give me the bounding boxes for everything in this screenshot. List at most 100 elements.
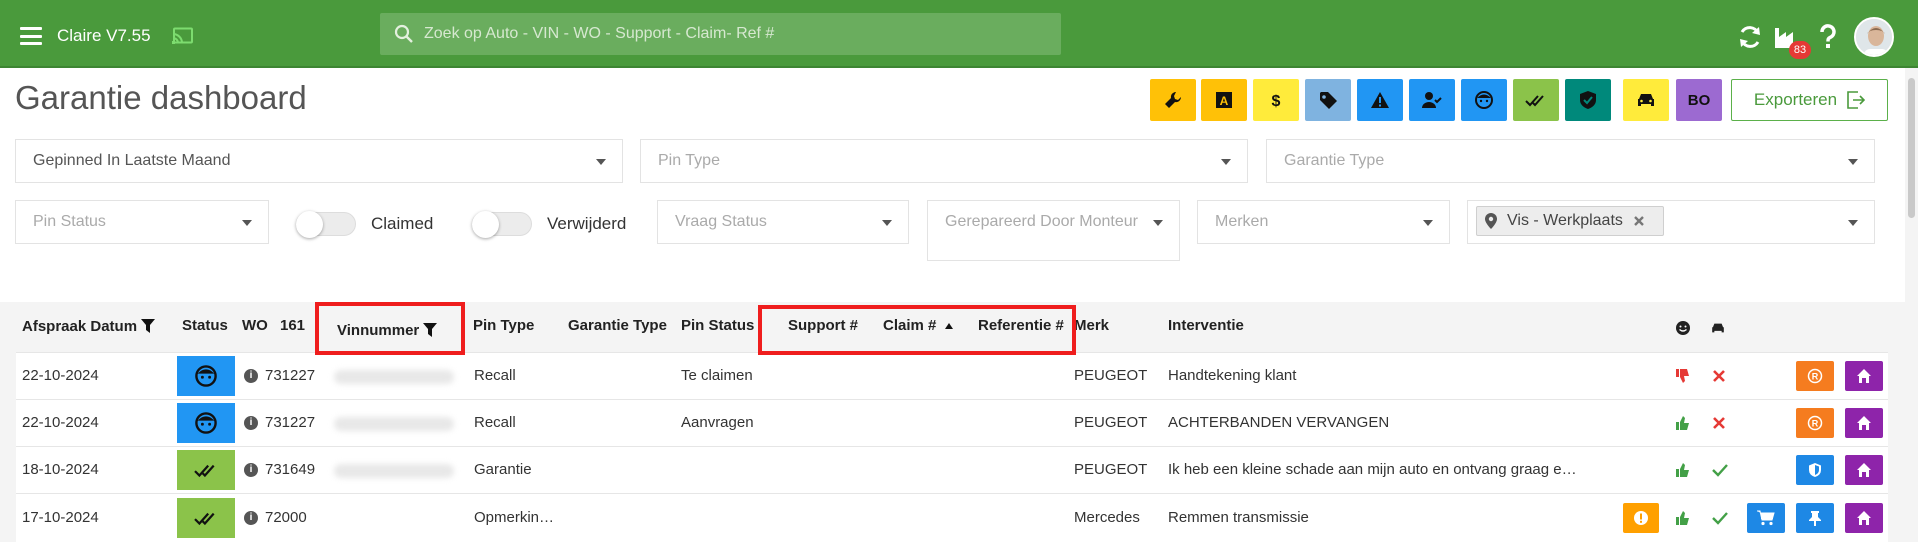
table-row[interactable]: 18-10-2024 i 731649 Garantie PEUGEOT Ik … bbox=[16, 446, 1888, 493]
header-wo-label: WO bbox=[242, 317, 268, 334]
pin-status-select[interactable]: Pin Status bbox=[15, 200, 269, 244]
verwijderd-label: Verwijderd bbox=[547, 214, 627, 233]
quick-filter-user-check-button[interactable] bbox=[1409, 79, 1455, 121]
wrench-icon bbox=[1165, 91, 1182, 108]
quick-filter-dollar-button[interactable]: $ bbox=[1253, 79, 1299, 121]
cell-wo[interactable]: 731227 bbox=[265, 414, 315, 431]
header-status[interactable]: Status bbox=[182, 317, 228, 334]
status-badge bbox=[177, 403, 235, 443]
merken-select[interactable]: Merken bbox=[1197, 200, 1450, 244]
gerepareerd-door-select[interactable]: Gerepareerd Door Monteur bbox=[927, 200, 1180, 261]
cart-button[interactable] bbox=[1747, 503, 1785, 533]
home-icon bbox=[1857, 511, 1871, 525]
highlight-vinnummer-frame bbox=[315, 302, 465, 355]
chevron-down-icon bbox=[1221, 159, 1231, 165]
highlight-references-frame bbox=[758, 305, 1076, 355]
info-icon[interactable]: i bbox=[244, 463, 258, 477]
quick-filter-warning-button[interactable] bbox=[1357, 79, 1403, 121]
shield-button[interactable] bbox=[1796, 455, 1834, 485]
info-icon[interactable]: i bbox=[244, 369, 258, 383]
cell-interventie: Remmen transmissie bbox=[1168, 509, 1309, 526]
registered-button[interactable]: R bbox=[1796, 361, 1834, 391]
check-icon bbox=[1712, 464, 1728, 477]
cell-wo[interactable]: 731227 bbox=[265, 367, 315, 384]
quick-filter-face-button[interactable] bbox=[1461, 79, 1507, 121]
claimed-toggle[interactable] bbox=[296, 211, 356, 238]
scrollbar-thumb[interactable] bbox=[1908, 78, 1915, 218]
thumbs-up-icon[interactable] bbox=[1675, 415, 1691, 431]
pin-type-select[interactable]: Pin Type bbox=[640, 139, 1248, 183]
header-merk[interactable]: Merk bbox=[1074, 317, 1109, 334]
export-button[interactable]: Exporteren bbox=[1731, 79, 1888, 121]
header-afspraak-datum[interactable]: Afspraak Datum bbox=[22, 318, 156, 335]
home-button[interactable] bbox=[1845, 455, 1883, 485]
chevron-down-icon bbox=[1153, 220, 1163, 226]
info-icon[interactable]: i bbox=[244, 416, 258, 430]
quick-filter-car-button[interactable] bbox=[1623, 79, 1669, 121]
exclamation-icon bbox=[1634, 511, 1648, 525]
status-badge bbox=[177, 450, 235, 490]
face-icon bbox=[195, 365, 217, 387]
merken-placeholder: Merken bbox=[1215, 213, 1269, 230]
cell-merk: PEUGEOT bbox=[1074, 367, 1148, 384]
cell-pin-type: Recall bbox=[474, 367, 516, 384]
home-button[interactable] bbox=[1845, 408, 1883, 438]
page-title: Garantie dashboard bbox=[15, 79, 307, 116]
warning-icon bbox=[1371, 92, 1389, 108]
filter-icon[interactable] bbox=[141, 319, 156, 333]
chevron-down-icon bbox=[242, 220, 252, 226]
avatar[interactable] bbox=[1854, 17, 1894, 57]
chevron-down-icon bbox=[882, 220, 892, 226]
check-icon bbox=[1712, 512, 1728, 525]
thumbs-up-icon[interactable] bbox=[1675, 510, 1691, 526]
header-garantie-type[interactable]: Garantie Type bbox=[568, 317, 667, 334]
help-icon[interactable] bbox=[1818, 24, 1838, 50]
location-chip[interactable]: Vis - Werkplaats bbox=[1476, 206, 1664, 236]
menu-icon[interactable] bbox=[20, 27, 42, 45]
remove-chip-icon[interactable] bbox=[1633, 215, 1645, 227]
cell-wo[interactable]: 72000 bbox=[265, 509, 307, 526]
cast-icon[interactable] bbox=[172, 27, 194, 45]
period-select[interactable]: Gepinned In Laatste Maand bbox=[15, 139, 623, 183]
quick-filter-bo-button[interactable]: BO bbox=[1676, 79, 1722, 121]
home-button[interactable] bbox=[1845, 503, 1883, 533]
face-icon bbox=[195, 412, 217, 434]
quick-filter-a-button[interactable]: A bbox=[1201, 79, 1247, 121]
cell-wo[interactable]: 731649 bbox=[265, 461, 315, 478]
chevron-down-icon bbox=[1848, 220, 1858, 226]
verwijderd-toggle[interactable] bbox=[472, 211, 532, 238]
quick-filter-wrench-button[interactable] bbox=[1150, 79, 1196, 121]
svg-text:R: R bbox=[1812, 419, 1819, 429]
search-input[interactable] bbox=[424, 13, 1044, 55]
quick-filter-shield-button[interactable] bbox=[1565, 79, 1611, 121]
thumbs-up-icon[interactable] bbox=[1675, 462, 1691, 478]
scrollbar[interactable] bbox=[1905, 68, 1918, 542]
cell-interventie: Ik heb een kleine schade aan mijn auto e… bbox=[1168, 461, 1577, 478]
shield-check-icon bbox=[1580, 91, 1596, 109]
header-pin-type[interactable]: Pin Type bbox=[473, 317, 534, 334]
registered-button[interactable]: R bbox=[1796, 408, 1834, 438]
svg-text:A: A bbox=[1220, 94, 1229, 108]
cell-pin-type: Garantie bbox=[474, 461, 532, 478]
quick-filter-tag-button[interactable] bbox=[1305, 79, 1351, 121]
header-interventie[interactable]: Interventie bbox=[1168, 317, 1244, 334]
status-badge bbox=[177, 356, 235, 396]
tag-icon bbox=[1320, 92, 1337, 109]
warning-button[interactable] bbox=[1623, 503, 1659, 533]
sync-icon[interactable] bbox=[1737, 24, 1763, 50]
info-icon[interactable]: i bbox=[244, 511, 258, 525]
thumbs-down-icon[interactable] bbox=[1675, 368, 1691, 384]
pin-button[interactable] bbox=[1796, 503, 1834, 533]
quick-filter-double-check-button[interactable] bbox=[1513, 79, 1559, 121]
garantie-type-select[interactable]: Garantie Type bbox=[1266, 139, 1875, 183]
home-button[interactable] bbox=[1845, 361, 1883, 391]
header-pin-status[interactable]: Pin Status bbox=[681, 317, 754, 334]
table-row[interactable]: 17-10-2024 i 72000 Opmerkin… Mercedes Re… bbox=[16, 493, 1888, 542]
registered-icon: R bbox=[1807, 415, 1823, 431]
table-row[interactable]: 22-10-2024 i 731227 Recall Aanvragen PEU… bbox=[16, 399, 1888, 446]
vin-redacted bbox=[334, 464, 454, 478]
search-bar[interactable] bbox=[380, 13, 1061, 55]
header-wo[interactable]: WO 161 bbox=[242, 317, 305, 334]
table-row[interactable]: 22-10-2024 i 731227 Recall Te claimen PE… bbox=[16, 352, 1888, 399]
vraag-status-select[interactable]: Vraag Status bbox=[657, 200, 909, 244]
